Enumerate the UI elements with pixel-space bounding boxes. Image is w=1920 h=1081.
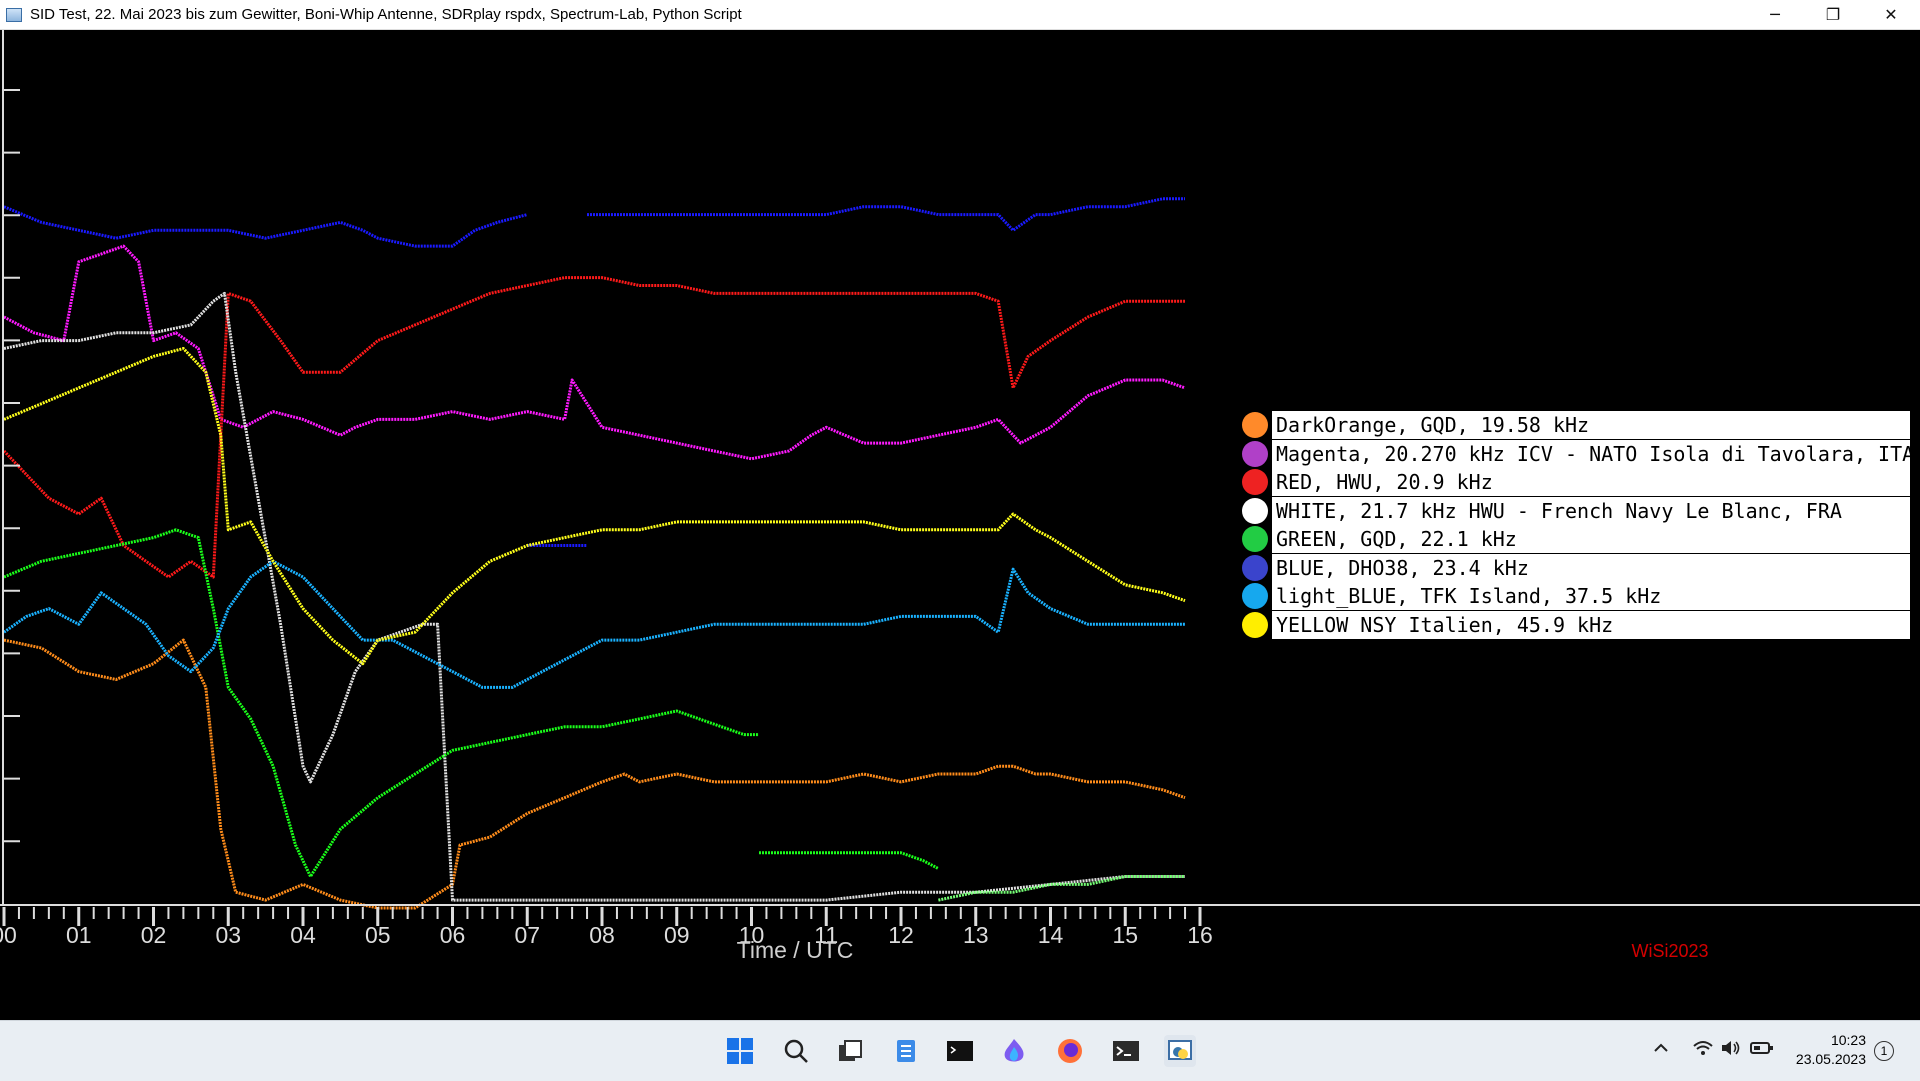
x-tick-label-6: 06 xyxy=(440,922,466,948)
legend-label: DarkOrange, GQD, 19.58 kHz xyxy=(1272,411,1910,439)
x-tick-label-15: 15 xyxy=(1112,922,1138,948)
x-tick-label-0: 00 xyxy=(0,922,17,948)
series-line-11 xyxy=(3,347,1186,666)
maximize-button[interactable]: ❐ xyxy=(1804,0,1862,29)
legend-label: WHITE, 21.7 kHz HWU - French Navy Le Bla… xyxy=(1272,496,1910,525)
series-layer xyxy=(2,197,1186,910)
window-title: SID Test, 22. Mai 2023 bis zum Gewitter,… xyxy=(30,6,742,23)
legend-item: YELLOW NSY Italien, 45.9 kHz xyxy=(1242,610,1910,639)
series-line-9 xyxy=(587,197,1185,232)
series-line-6 xyxy=(938,875,1185,902)
x-axis-label: Time / UTC xyxy=(737,937,854,963)
series-line-0 xyxy=(3,638,1186,910)
clock-date: 23.05.2023 xyxy=(1795,1051,1866,1067)
legend-item: BLUE, DHO38, 23.4 kHz xyxy=(1242,553,1910,582)
title-bar: SID Test, 22. Mai 2023 bis zum Gewitter,… xyxy=(0,0,1920,30)
legend-label: Magenta, 20.270 kHz ICV - NATO Isola di … xyxy=(1272,439,1910,468)
legend-swatch xyxy=(1242,526,1268,552)
series-line-5 xyxy=(759,851,940,870)
x-tick-label-2: 02 xyxy=(141,922,167,948)
legend-label: BLUE, DHO38, 23.4 kHz xyxy=(1272,553,1910,582)
x-tick-label-1: 01 xyxy=(66,922,92,948)
taskbar: 10:23 23.05.2023 1 xyxy=(0,1020,1920,1081)
x-tick-label-16: 16 xyxy=(1187,922,1213,948)
legend-swatch xyxy=(1242,554,1268,581)
legend-label: RED, HWU, 20.9 kHz xyxy=(1272,468,1910,496)
wifi-icon[interactable] xyxy=(1692,1039,1714,1061)
x-tick-label-4: 04 xyxy=(290,922,316,948)
x-tick-label-12: 12 xyxy=(888,922,914,948)
legend-label: GREEN, GQD, 22.1 kHz xyxy=(1272,525,1910,553)
python-app-icon[interactable] xyxy=(1164,1035,1196,1067)
series-line-4 xyxy=(3,528,759,878)
windows-start-icon[interactable] xyxy=(724,1035,756,1067)
series-line-10 xyxy=(3,559,1185,689)
battery-icon[interactable] xyxy=(1750,1039,1774,1061)
legend-label: YELLOW NSY Italien, 45.9 kHz xyxy=(1272,610,1910,639)
app-icon xyxy=(6,7,22,22)
firefox-icon[interactable] xyxy=(1054,1035,1086,1067)
legend-swatch xyxy=(1242,583,1268,609)
legend-item: GREEN, GQD, 22.1 kHz xyxy=(1242,525,1910,553)
app-flame-icon[interactable] xyxy=(998,1035,1030,1067)
x-tick-label-3: 03 xyxy=(215,922,241,948)
legend-item: Magenta, 20.270 kHz ICV - NATO Isola di … xyxy=(1242,439,1910,468)
x-tick-label-5: 05 xyxy=(365,922,391,948)
x-tick-label-13: 13 xyxy=(963,922,989,948)
powershell-icon[interactable] xyxy=(1110,1035,1142,1067)
chevron-up-icon[interactable] xyxy=(1652,1039,1670,1061)
legend-item: light_BLUE, TFK Island, 37.5 kHz xyxy=(1242,582,1910,610)
terminal-icon[interactable] xyxy=(944,1035,976,1067)
legend-item: RED, HWU, 20.9 kHz xyxy=(1242,468,1910,496)
x-tick-label-7: 07 xyxy=(514,922,540,948)
legend-swatch xyxy=(1242,412,1268,438)
legend-item: WHITE, 21.7 kHz HWU - French Navy Le Bla… xyxy=(1242,496,1910,525)
legend-swatch xyxy=(1242,497,1268,524)
legend-label: light_BLUE, TFK Island, 37.5 kHz xyxy=(1272,582,1910,610)
chart-legend: DarkOrange, GQD, 19.58 kHz Magenta, 20.27… xyxy=(1242,411,1910,639)
series-line-7 xyxy=(3,205,528,248)
system-clock[interactable]: 10:23 23.05.2023 xyxy=(1786,1031,1866,1069)
search-icon[interactable] xyxy=(780,1035,812,1067)
notepad-icon[interactable] xyxy=(890,1035,922,1067)
notification-badge[interactable]: 1 xyxy=(1874,1041,1894,1061)
volume-icon[interactable] xyxy=(1720,1039,1742,1061)
clock-time: 10:23 xyxy=(1830,1032,1866,1048)
task-view-icon[interactable] xyxy=(834,1035,866,1067)
legend-swatch xyxy=(1242,469,1268,495)
series-line-1 xyxy=(3,244,1186,461)
legend-swatch xyxy=(1242,611,1268,638)
legend-item: DarkOrange, GQD, 19.58 kHz xyxy=(1242,411,1910,439)
x-tick-label-14: 14 xyxy=(1038,922,1064,948)
x-tick-label-9: 09 xyxy=(664,922,690,948)
legend-swatch xyxy=(1242,440,1268,467)
close-button[interactable]: ✕ xyxy=(1862,0,1920,29)
minimize-button[interactable]: ─ xyxy=(1746,0,1804,29)
x-tick-label-8: 08 xyxy=(589,922,615,948)
watermark-text: WiSi2023 xyxy=(1631,941,1708,961)
